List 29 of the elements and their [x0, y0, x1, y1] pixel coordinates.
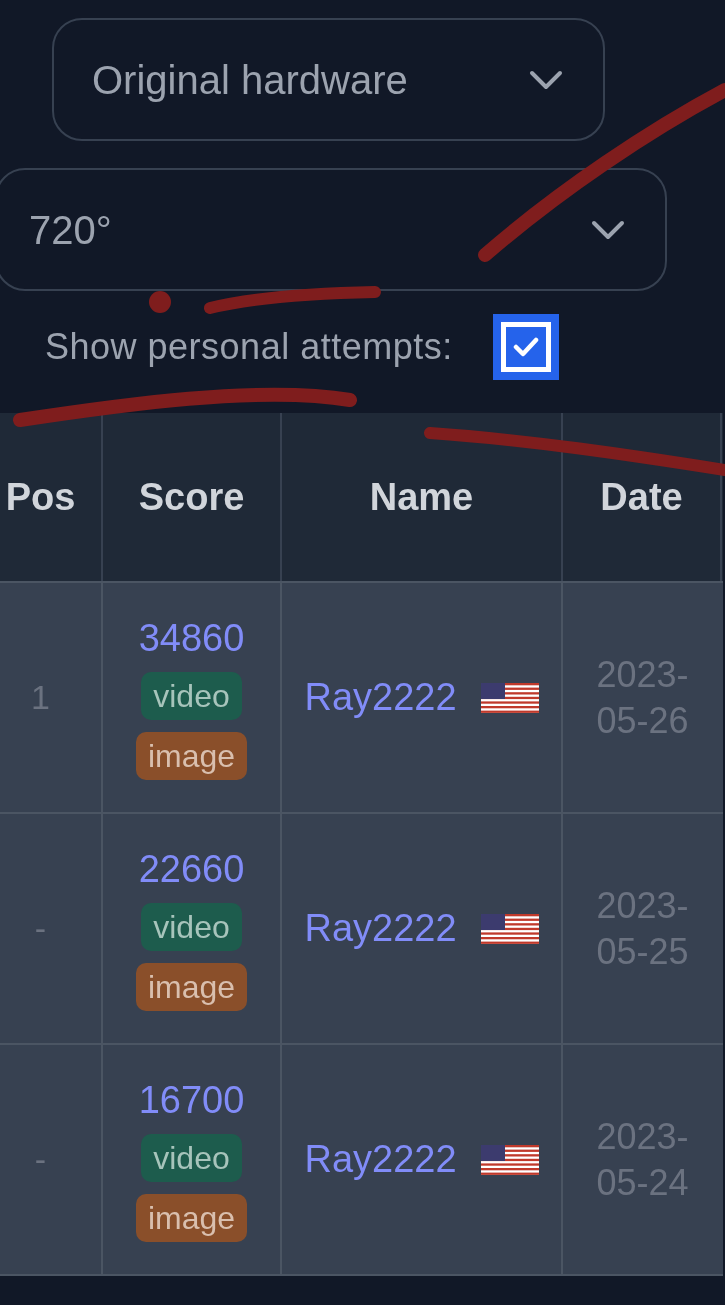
flag-icon: [480, 682, 539, 713]
score-link[interactable]: 16700: [138, 1077, 245, 1122]
column-header: Score: [103, 413, 282, 581]
tag-badge: image: [135, 962, 248, 1011]
chevron-down-icon: [591, 219, 625, 240]
flag-icon: [480, 913, 539, 944]
position-text: -: [34, 1139, 47, 1180]
position-text: -: [34, 908, 47, 949]
chevron-down-icon: [529, 69, 563, 90]
checkbox-label: Show personal attempts:: [45, 325, 453, 369]
score-link[interactable]: 34860: [138, 615, 245, 660]
scribble-dot: [149, 291, 171, 313]
check-icon: [512, 337, 539, 357]
tag-badge: video: [141, 902, 242, 951]
tag-badge: video: [141, 1133, 242, 1182]
tag-badge: image: [135, 1193, 248, 1242]
tag-badge: video: [141, 671, 242, 720]
flag-icon: [480, 1144, 539, 1175]
select-dropdown[interactable]: 720°: [0, 168, 667, 291]
select-dropdown[interactable]: Original hardware: [52, 18, 605, 141]
column-header: Pos: [0, 413, 103, 581]
column-header: Name: [282, 413, 563, 581]
player-link[interactable]: Ray2222: [304, 669, 457, 726]
player-link[interactable]: Ray2222: [304, 1131, 457, 1188]
player-link[interactable]: Ray2222: [304, 900, 457, 957]
score-link[interactable]: 22660: [138, 846, 245, 891]
checkbox[interactable]: [492, 314, 559, 380]
tag-badge: image: [135, 731, 248, 780]
column-header: Date: [563, 413, 722, 581]
